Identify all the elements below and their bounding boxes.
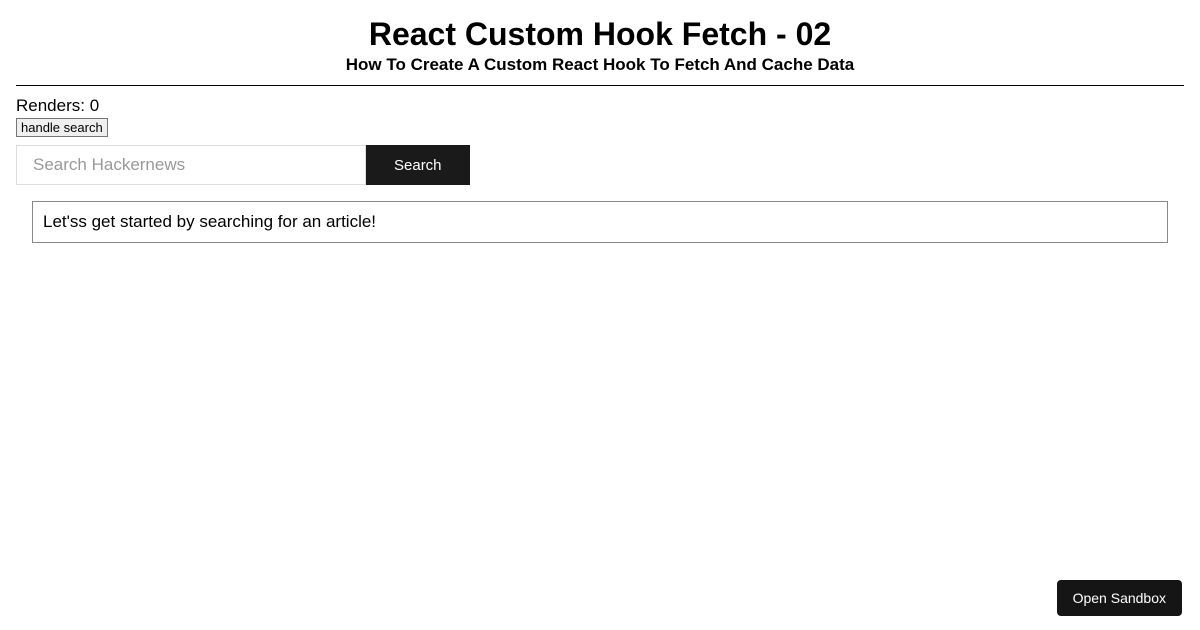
open-sandbox-button[interactable]: Open Sandbox [1057,580,1182,616]
page-title: React Custom Hook Fetch - 02 [16,16,1184,53]
handle-search-button[interactable]: handle search [16,118,108,137]
header: React Custom Hook Fetch - 02 How To Crea… [16,0,1184,86]
renders-counter: Renders: 0 [16,96,1184,116]
page-subtitle: How To Create A Custom React Hook To Fet… [16,55,1184,75]
search-button[interactable]: Search [366,145,470,185]
content-area: Renders: 0 handle search Search Let'ss g… [0,86,1200,243]
search-input[interactable] [16,145,366,185]
search-row: Search [16,145,1184,185]
message-box: Let'ss get started by searching for an a… [32,201,1168,243]
